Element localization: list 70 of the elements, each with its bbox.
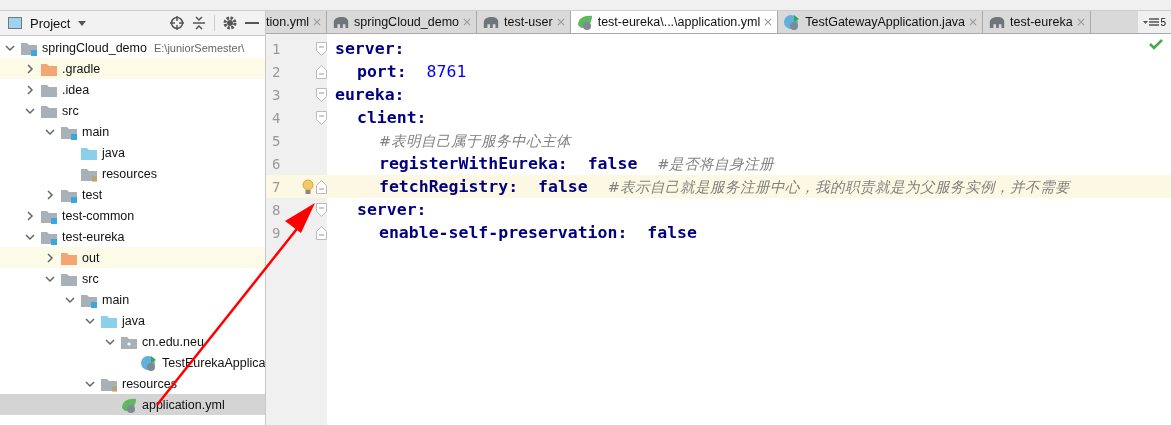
editor-tab[interactable]: springCloud_demo — [327, 11, 477, 33]
lightbulb-icon[interactable] — [302, 178, 314, 195]
list-icon — [1143, 17, 1160, 27]
line-number: 1 — [272, 40, 282, 57]
editor-tab[interactable]: test-user — [477, 11, 571, 33]
elephant-icon — [988, 15, 1007, 29]
tree-item[interactable]: src — [62, 103, 79, 118]
elephant-icon — [482, 15, 500, 29]
collapse-all-icon[interactable] — [192, 16, 206, 30]
tree-item[interactable]: .idea — [62, 82, 90, 97]
line-number: 7 — [272, 178, 282, 195]
editor-tab[interactable]: test-eureka — [983, 11, 1091, 33]
editor-tab[interactable]: test-eureka\...\application.yml — [570, 11, 779, 33]
yaml-key: fetchRegistry: — [379, 176, 519, 196]
yaml-key: eureka: — [335, 85, 405, 104]
fold-marker-icon[interactable] — [316, 202, 327, 217]
path-hint: E:\juniorSemester\ — [153, 41, 245, 54]
tree-item[interactable]: main — [102, 292, 130, 307]
tree-item[interactable]: resources — [102, 166, 157, 181]
line-number: 8 — [272, 201, 282, 218]
minimize-icon[interactable] — [245, 21, 259, 25]
line-number: 6 — [272, 155, 282, 172]
code-comment: #表明自己属于服务中心主体 — [379, 132, 572, 149]
tree-item[interactable]: .gradle — [62, 61, 101, 76]
line-number: 4 — [272, 109, 282, 126]
settings-icon[interactable] — [223, 16, 237, 30]
tree-item[interactable]: java — [102, 145, 125, 160]
fold-marker-icon[interactable] — [316, 179, 327, 194]
fold-marker-icon[interactable] — [316, 41, 327, 56]
crosshair-icon[interactable] — [170, 16, 184, 30]
project-icon — [8, 17, 22, 29]
tree-item[interactable]: out — [82, 250, 100, 265]
check-icon — [1149, 39, 1163, 50]
yaml-key: server: — [335, 39, 405, 58]
more-tabs-button[interactable]: 5 — [1138, 11, 1171, 33]
tree-item[interactable]: test-eureka — [62, 229, 125, 244]
elephant-icon — [332, 15, 351, 29]
yaml-key: server: — [357, 200, 427, 219]
code-comment: #是否将自身注册 — [657, 155, 775, 172]
yaml-key: port: — [357, 62, 407, 81]
tree-item[interactable]: src — [82, 271, 99, 286]
yaml-value: 8761 — [426, 62, 467, 81]
code-comment: #表示自己就是服务注册中心，我的职责就是为父服务实例，并不需要 — [607, 178, 1070, 195]
dropdown-icon[interactable] — [78, 20, 87, 26]
tree-item[interactable]: springCloud_demo — [42, 40, 147, 55]
fold-marker-icon[interactable] — [316, 110, 327, 125]
yaml-key: registerWithEureka: — [379, 153, 568, 173]
class-icon — [140, 353, 158, 372]
panel-title[interactable]: Project — [30, 15, 71, 31]
line-number: 5 — [272, 132, 282, 149]
line-number: 2 — [272, 63, 282, 80]
tree-item[interactable]: cn.edu.neu — [142, 334, 204, 349]
editor-tab[interactable]: tion.yml — [266, 11, 328, 33]
yaml-value: false — [647, 223, 697, 242]
tree-item[interactable]: java — [122, 313, 145, 328]
close-icon[interactable] — [764, 18, 773, 26]
fold-marker-icon[interactable] — [316, 225, 327, 240]
yaml-key: enable-self-preservation: — [379, 223, 628, 242]
yaml-value: false — [538, 176, 588, 196]
yaml-key: client: — [357, 108, 427, 127]
yaml-value: false — [587, 153, 638, 173]
line-number: 3 — [272, 86, 282, 103]
fold-marker-icon[interactable] — [316, 87, 327, 102]
tree-item[interactable]: main — [82, 124, 110, 139]
line-number: 9 — [272, 224, 282, 241]
tree-item[interactable]: test-common — [62, 208, 135, 223]
leaf-icon — [575, 13, 594, 31]
fold-marker-icon[interactable] — [316, 64, 327, 79]
tree-item[interactable]: test — [82, 187, 103, 202]
editor-tab[interactable]: TestGatewayApplication.java — [778, 11, 984, 33]
